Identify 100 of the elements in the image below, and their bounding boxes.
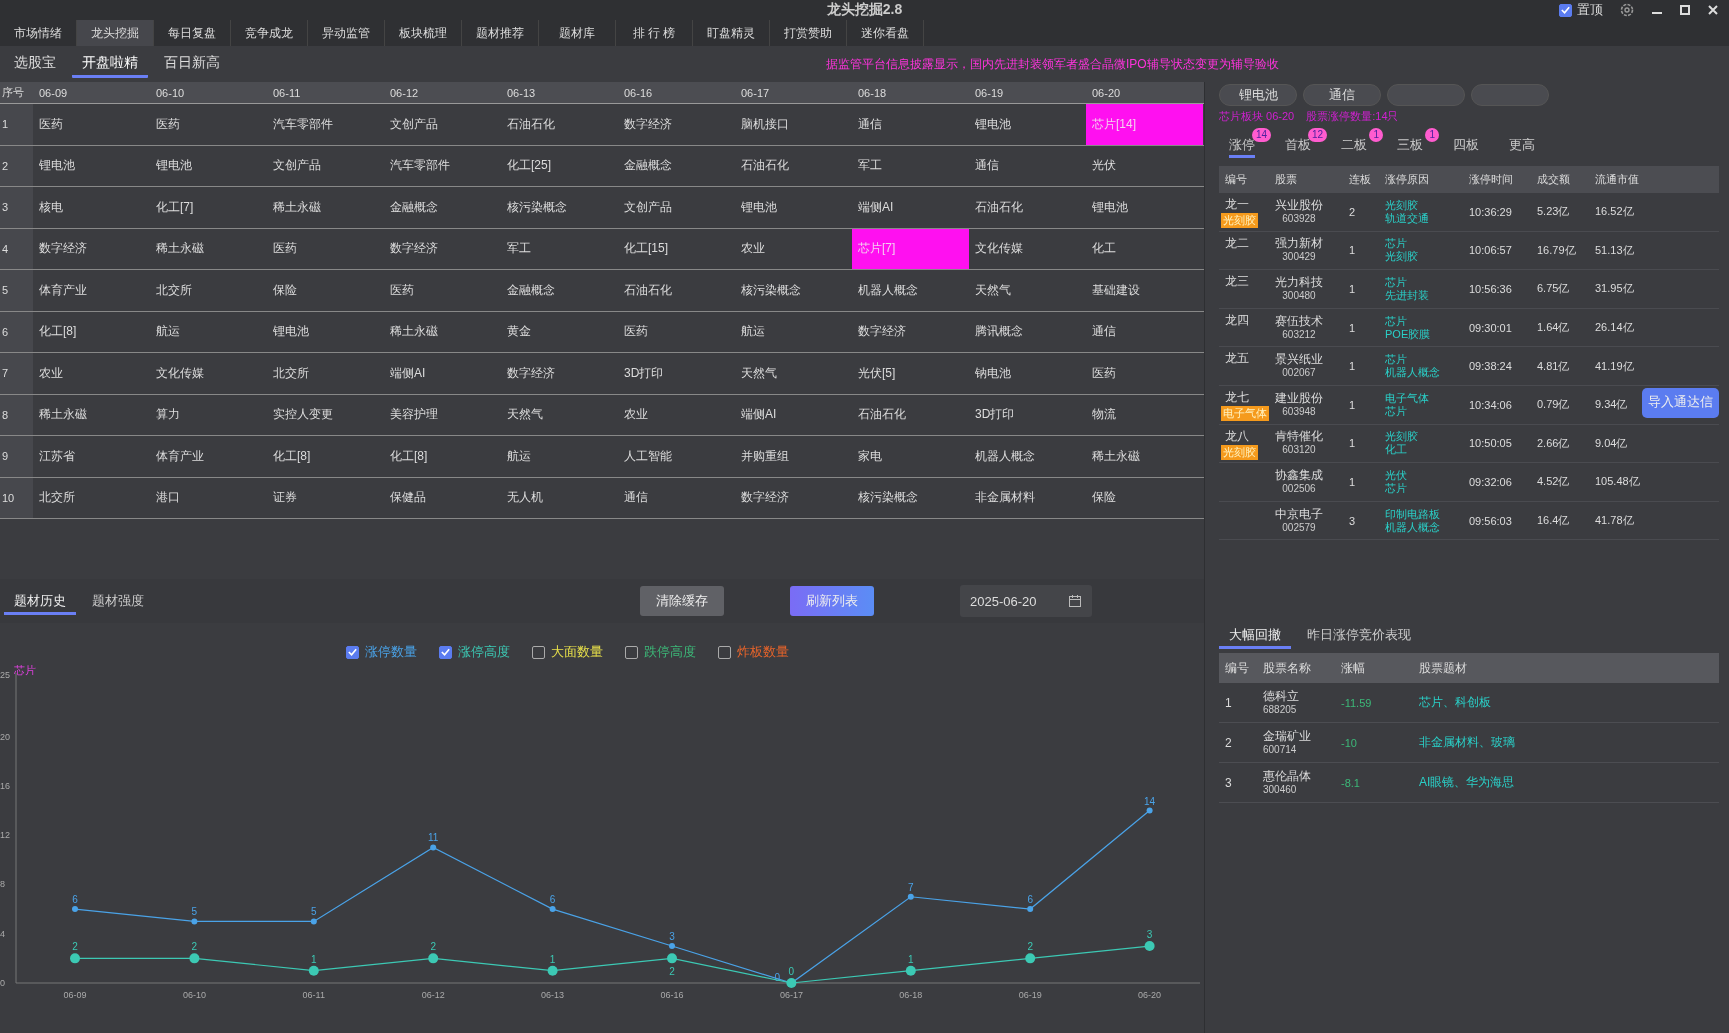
row-number: 5 — [0, 270, 33, 311]
table-cell-text: 医药 — [272, 240, 298, 258]
data-point — [430, 844, 437, 851]
column-header: 06-12 — [389, 86, 420, 99]
column-header: 股票题材 — [1419, 659, 1468, 677]
column-header: 编号 — [1225, 659, 1250, 677]
main-tab[interactable]: 盯盘精灵 — [693, 20, 770, 46]
checkbox[interactable] — [625, 645, 638, 659]
settings-icon[interactable] — [1619, 2, 1635, 18]
market-cap: 41.78亿 — [1594, 513, 1634, 529]
table-cell-text: 锂电池 — [740, 198, 778, 216]
main-tab[interactable]: 迷你看盘 — [847, 20, 924, 46]
main-tab[interactable]: 题材库 — [539, 20, 616, 46]
board-tab[interactable]: 三板 — [1397, 130, 1423, 158]
row-number: 8 — [0, 394, 33, 435]
main-tab[interactable]: 异动监管 — [308, 20, 385, 46]
stock-name: 建业股份 — [1275, 390, 1323, 405]
table-cell-text: 军工 — [857, 157, 883, 175]
table-cell-text: 农业 — [740, 240, 766, 258]
main-tab[interactable]: 每日复盘 — [154, 20, 231, 46]
checkbox[interactable] — [718, 645, 731, 659]
data-point — [428, 953, 439, 964]
main-tab[interactable]: 竞争成龙 — [231, 20, 308, 46]
market-cap: 16.52亿 — [1594, 204, 1634, 220]
main-tab[interactable]: 龙头挖掘 — [77, 20, 154, 46]
panel-tab[interactable]: 昨日涨停竞价表现 — [1297, 622, 1421, 650]
legend-label[interactable]: 涨停高度 — [458, 643, 510, 661]
checkbox[interactable] — [439, 645, 452, 659]
panel-tab[interactable]: 大幅回撤 — [1219, 622, 1291, 650]
stock-code: 300460 — [1263, 782, 1297, 797]
main-tab[interactable]: 板块梳理 — [385, 20, 462, 46]
table-cell-text: 化工[8] — [272, 447, 312, 465]
panel-tab[interactable]: 题材强度 — [82, 587, 154, 615]
main-tab[interactable]: 排 行 榜 — [616, 20, 693, 46]
data-point — [1025, 953, 1036, 964]
data-point — [1144, 941, 1155, 952]
data-point — [907, 893, 914, 900]
table-cell-text: 数字经济 — [389, 240, 439, 258]
close-icon[interactable] — [1707, 4, 1719, 16]
row-number: 1 — [0, 104, 33, 145]
main-tab[interactable]: 打赏赞助 — [770, 20, 847, 46]
stock-name: 赛伍技术 — [1275, 313, 1323, 328]
table-cell-text: 人工智能 — [623, 447, 673, 465]
table-cell-text: 北交所 — [38, 489, 76, 507]
legend-label[interactable]: 涨停数量 — [365, 643, 417, 661]
panel-tab[interactable]: 题材历史 — [4, 587, 76, 615]
table-cell: 芯片[7] — [852, 228, 969, 269]
table-cell-text: 农业 — [38, 364, 64, 382]
reason-text: 光刻胶 — [1385, 250, 1418, 264]
maximize-icon[interactable] — [1679, 4, 1691, 16]
sub-tab[interactable]: 开盘啦精 — [72, 50, 148, 78]
reason-text: 芯片 — [1385, 404, 1408, 418]
limit-time: 09:56:03 — [1468, 514, 1512, 527]
board-tab[interactable]: 二板 — [1341, 130, 1367, 158]
table-cell-text: 通信 — [1091, 323, 1117, 341]
sector-chip[interactable]: 通信 — [1303, 84, 1381, 106]
market-cap: 9.34亿 — [1594, 397, 1628, 413]
pin-checkbox[interactable]: 置顶 — [1559, 1, 1603, 19]
board-count: 1 — [1348, 398, 1356, 411]
limit-time: 10:34:06 — [1468, 398, 1512, 411]
table-cell-text: 天然气 — [974, 281, 1012, 299]
row-number: 4 — [0, 228, 33, 269]
main-tab[interactable]: 题材推荐 — [462, 20, 539, 46]
table-cell-text: 证券 — [272, 489, 298, 507]
legend-label[interactable]: 跌停高度 — [644, 643, 696, 661]
column-header: 06-18 — [857, 86, 888, 99]
axis-tick-label: 06-12 — [421, 990, 445, 1000]
axis-tick-label: 20 — [0, 731, 10, 742]
theme-tag: 光刻胶 — [1221, 213, 1258, 228]
column-header: 06-19 — [974, 86, 1005, 99]
sector-chip[interactable]: 锂电池 — [1219, 84, 1297, 106]
theme-tag: 光刻胶 — [1221, 444, 1258, 460]
board-tab[interactable]: 四板 — [1453, 130, 1479, 158]
checkbox[interactable] — [346, 645, 359, 659]
action-button[interactable]: 清除缓存 — [640, 586, 724, 616]
checkbox[interactable] — [532, 645, 545, 659]
table-cell-text: 化工[7] — [155, 198, 195, 216]
stock-name: 德科立 — [1263, 688, 1299, 703]
table-cell-text: 保险 — [272, 281, 298, 299]
stock-code: 603120 — [1282, 443, 1316, 458]
table-cell-text: 核污染概念 — [506, 198, 568, 216]
table-cell-text: 医药 — [1091, 364, 1117, 382]
data-label: 5 — [191, 906, 198, 918]
date-field[interactable]: 2025-06-20 — [960, 585, 1092, 617]
table-cell-text: 并购重组 — [740, 447, 790, 465]
board-tab[interactable]: 更高 — [1509, 130, 1535, 158]
table-cell-text: 锂电池 — [1091, 198, 1129, 216]
table-cell-text: 文创产品 — [389, 115, 439, 133]
axis-tick-label: 16 — [0, 780, 10, 791]
sub-tab[interactable]: 百日新高 — [154, 50, 230, 78]
sub-tab[interactable]: 选股宝 — [4, 50, 66, 78]
limit-time: 10:56:36 — [1468, 283, 1512, 295]
theme-tag: 电子气体 — [1221, 405, 1269, 421]
stock-code: 002579 — [1282, 520, 1316, 535]
column-header: 06-20 — [1091, 86, 1122, 99]
limit-time: 09:30:01 — [1468, 321, 1512, 334]
legend-label[interactable]: 大面数量 — [551, 643, 603, 661]
table-cell-text: 江苏省 — [38, 447, 76, 465]
rank-label: 龙一 — [1225, 196, 1250, 213]
table-cell-text: 体育产业 — [38, 281, 88, 299]
